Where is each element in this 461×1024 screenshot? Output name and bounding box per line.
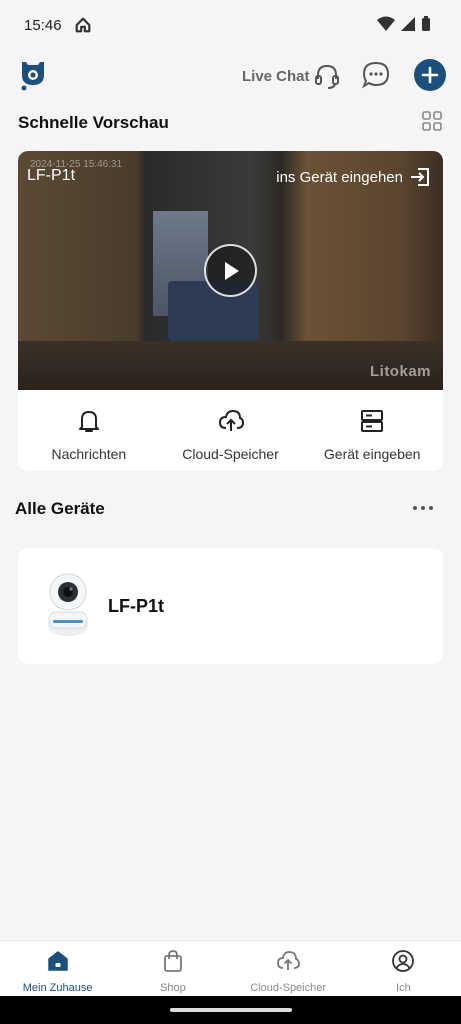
top-bar: Live Chat — [0, 55, 461, 95]
plus-icon — [421, 66, 439, 84]
status-icons — [377, 16, 431, 32]
enter-device-link[interactable]: ins Gerät eingehen — [276, 166, 431, 188]
nav-item-shop[interactable]: Shop — [115, 941, 230, 996]
home-indicator[interactable] — [170, 1008, 292, 1012]
camera-live-preview[interactable]: 2024-11-25 15:46:31 LF-P1t ins Gerät ein… — [18, 151, 443, 390]
battery-icon — [422, 16, 430, 31]
system-navigation-bar — [0, 996, 461, 1024]
grid-view-icon[interactable] — [421, 110, 443, 132]
preview-camera-name: LF-P1t — [27, 167, 76, 184]
quick-preview-title: Schnelle Vorschau — [18, 113, 169, 132]
nav-item-home[interactable]: Mein Zuhause — [0, 941, 115, 996]
shopping-bag-icon — [163, 950, 182, 972]
cloud-upload-icon — [218, 409, 244, 431]
app-logo-icon — [21, 62, 44, 91]
nav-label-cloud: Cloud-Speicher — [250, 982, 327, 994]
nav-item-cloud[interactable]: Cloud-Speicher — [231, 941, 346, 996]
home-status-icon — [75, 17, 90, 33]
more-options-button[interactable] — [413, 503, 437, 513]
camera-watermark: Litokam — [369, 363, 431, 380]
device-card[interactable]: LF-P1t — [18, 548, 443, 664]
preview-actions: Nachrichten Cloud-Speicher Gerät eingebe… — [18, 390, 443, 471]
nav-label-home: Mein Zuhause — [22, 982, 93, 994]
camera-device-icon — [48, 573, 88, 636]
bottom-nav: Mein Zuhause Shop Cloud-Speicher Ich — [0, 940, 461, 996]
all-devices-title: Alle Geräte — [15, 499, 105, 518]
cloud-storage-action[interactable]: Cloud-Speicher — [160, 390, 302, 471]
status-time: 15:46 — [24, 16, 62, 34]
live-chat-label: Live Chat — [242, 67, 310, 85]
live-chat-button[interactable]: Live Chat — [242, 63, 340, 89]
home-icon — [47, 951, 68, 971]
message-bubble-icon[interactable] — [361, 60, 391, 90]
server-icon — [361, 410, 384, 432]
headset-icon — [314, 64, 339, 89]
more-dot-icon — [429, 506, 433, 510]
nav-label-me: Ich — [396, 982, 411, 994]
play-icon — [224, 261, 239, 280]
enter-device-action-label: Gerät eingeben — [323, 446, 421, 462]
wifi-icon — [377, 16, 395, 31]
bell-icon — [78, 411, 99, 432]
add-device-button[interactable] — [414, 59, 446, 91]
user-circle-icon — [392, 950, 415, 972]
device-name: LF-P1t — [108, 596, 164, 616]
signal-icon — [401, 17, 415, 31]
messages-action-label: Nachrichten — [51, 446, 127, 462]
nav-item-me[interactable]: Ich — [346, 941, 461, 996]
more-dot-icon — [421, 506, 425, 510]
status-bar: 15:46 — [0, 0, 461, 50]
quick-preview-card: 2024-11-25 15:46:31 LF-P1t ins Gerät ein… — [18, 151, 443, 471]
play-button[interactable] — [204, 244, 257, 297]
enter-arrow-icon — [411, 168, 429, 186]
nav-label-shop: Shop — [160, 982, 186, 994]
cloud-upload-icon — [277, 951, 301, 970]
cloud-storage-action-label: Cloud-Speicher — [182, 446, 279, 462]
enter-device-label: ins Gerät eingehen — [276, 168, 403, 186]
enter-device-action[interactable]: Gerät eingeben — [301, 390, 443, 471]
more-dot-icon — [413, 506, 417, 510]
messages-action[interactable]: Nachrichten — [18, 390, 160, 471]
